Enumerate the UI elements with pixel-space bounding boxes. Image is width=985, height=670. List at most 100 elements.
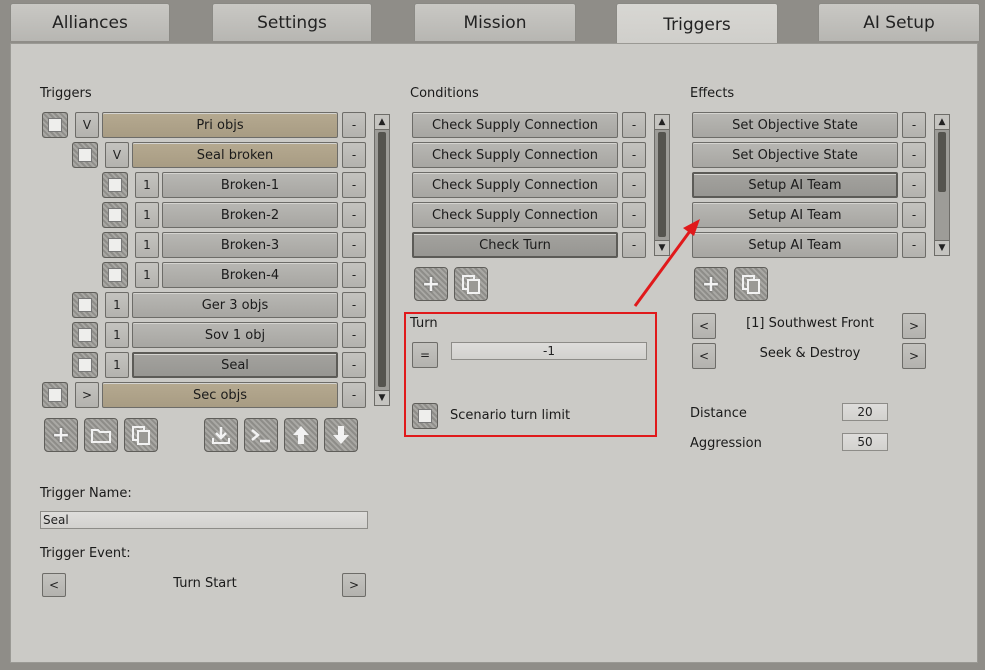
trigger-enable-checkbox[interactable] — [72, 322, 98, 348]
trigger-enable-checkbox[interactable] — [102, 172, 128, 198]
trigger-row[interactable]: Sec objs — [102, 382, 338, 408]
condition-row[interactable]: Check Supply Connection — [412, 112, 618, 138]
tab-label: AI Setup — [863, 12, 935, 33]
scroll-thumb[interactable] — [378, 132, 386, 387]
trigger-expand-toggle[interactable]: V — [75, 112, 99, 138]
folder-icon[interactable] — [84, 418, 118, 452]
trigger-remove-button[interactable]: - — [342, 172, 366, 198]
condition-remove-button[interactable]: - — [622, 232, 646, 258]
trigger-remove-button[interactable]: - — [342, 322, 366, 348]
distance-label: Distance — [690, 406, 747, 421]
trigger-event-value: Turn Start — [173, 576, 237, 591]
scroll-thumb[interactable] — [658, 132, 666, 237]
effect-remove-button[interactable]: - — [902, 202, 926, 228]
trigger-row[interactable]: Broken-3 — [162, 232, 338, 258]
effects-scrollbar[interactable]: ▲ ▼ — [934, 114, 950, 256]
trigger-count-badge: 1 — [135, 202, 159, 228]
trigger-expand-toggle[interactable]: V — [105, 142, 129, 168]
arrow-down-icon[interactable] — [324, 418, 358, 452]
trigger-expand-toggle[interactable]: > — [75, 382, 99, 408]
effect-row[interactable]: Set Objective State — [692, 142, 898, 168]
trigger-row[interactable]: Broken-1 — [162, 172, 338, 198]
trigger-row[interactable]: Pri objs — [102, 112, 338, 138]
trigger-row[interactable]: Broken-2 — [162, 202, 338, 228]
mode-prev-button[interactable]: < — [692, 343, 716, 369]
effect-row-selected[interactable]: Setup AI Team — [692, 172, 898, 198]
trigger-enable-checkbox[interactable] — [42, 382, 68, 408]
tab-triggers[interactable]: Triggers — [616, 3, 778, 45]
effect-remove-button[interactable]: - — [902, 112, 926, 138]
aggression-input[interactable]: 50 — [842, 433, 888, 451]
trigger-row[interactable]: Sov 1 obj — [132, 322, 338, 348]
plus-icon[interactable]: + — [414, 267, 448, 301]
team-next-button[interactable]: > — [902, 313, 926, 339]
trigger-count-badge: 1 — [135, 262, 159, 288]
tab-ai-setup[interactable]: AI Setup — [818, 3, 980, 41]
mode-selector-value: Seek & Destroy — [759, 346, 861, 361]
effect-remove-button[interactable]: - — [902, 142, 926, 168]
trigger-remove-button[interactable]: - — [342, 262, 366, 288]
trigger-enable-checkbox[interactable] — [72, 352, 98, 378]
trigger-enable-checkbox[interactable] — [42, 112, 68, 138]
effect-row[interactable]: Setup AI Team — [692, 232, 898, 258]
condition-row[interactable]: Check Supply Connection — [412, 202, 618, 228]
effect-remove-button[interactable]: - — [902, 172, 926, 198]
trigger-count-badge: 1 — [135, 232, 159, 258]
tab-mission[interactable]: Mission — [414, 3, 576, 41]
scroll-up-arrow-icon[interactable]: ▲ — [935, 115, 949, 130]
trigger-remove-button[interactable]: - — [342, 292, 366, 318]
triggers-scrollbar[interactable]: ▲ ▼ — [374, 114, 390, 406]
scroll-up-arrow-icon[interactable]: ▲ — [655, 115, 669, 130]
trigger-count-badge: 1 — [105, 352, 129, 378]
trigger-enable-checkbox[interactable] — [72, 142, 98, 168]
trigger-event-prev-button[interactable]: < — [42, 573, 66, 597]
copy-icon[interactable] — [454, 267, 488, 301]
trigger-remove-button[interactable]: - — [342, 382, 366, 408]
condition-remove-button[interactable]: - — [622, 172, 646, 198]
condition-remove-button[interactable]: - — [622, 202, 646, 228]
tab-label: Alliances — [52, 12, 128, 33]
tab-settings[interactable]: Settings — [212, 3, 372, 41]
trigger-remove-button[interactable]: - — [342, 232, 366, 258]
arrow-up-icon[interactable] — [284, 418, 318, 452]
mode-next-button[interactable]: > — [902, 343, 926, 369]
trigger-enable-checkbox[interactable] — [102, 232, 128, 258]
scroll-down-arrow-icon[interactable]: ▼ — [375, 390, 389, 405]
effect-row[interactable]: Set Objective State — [692, 112, 898, 138]
scroll-thumb[interactable] — [938, 132, 946, 192]
trigger-row-selected[interactable]: Seal — [132, 352, 338, 378]
trigger-enable-checkbox[interactable] — [102, 262, 128, 288]
plus-icon[interactable]: + — [44, 418, 78, 452]
copy-icon[interactable] — [124, 418, 158, 452]
trigger-remove-button[interactable]: - — [342, 352, 366, 378]
trigger-remove-button[interactable]: - — [342, 112, 366, 138]
plus-icon[interactable]: + — [694, 267, 728, 301]
trigger-enable-checkbox[interactable] — [72, 292, 98, 318]
trigger-remove-button[interactable]: - — [342, 142, 366, 168]
import-icon[interactable] — [204, 418, 238, 452]
console-icon[interactable] — [244, 418, 278, 452]
trigger-remove-button[interactable]: - — [342, 202, 366, 228]
trigger-row[interactable]: Seal broken — [132, 142, 338, 168]
condition-row-selected[interactable]: Check Turn — [412, 232, 618, 258]
trigger-count-badge: 1 — [135, 172, 159, 198]
trigger-row[interactable]: Ger 3 objs — [132, 292, 338, 318]
conditions-scrollbar[interactable]: ▲ ▼ — [654, 114, 670, 256]
trigger-enable-checkbox[interactable] — [102, 202, 128, 228]
effect-row[interactable]: Setup AI Team — [692, 202, 898, 228]
team-prev-button[interactable]: < — [692, 313, 716, 339]
trigger-name-input[interactable]: Seal — [40, 511, 368, 529]
effect-remove-button[interactable]: - — [902, 232, 926, 258]
trigger-row[interactable]: Broken-4 — [162, 262, 338, 288]
copy-icon[interactable] — [734, 267, 768, 301]
tab-alliances[interactable]: Alliances — [10, 3, 170, 41]
scroll-down-arrow-icon[interactable]: ▼ — [935, 240, 949, 255]
condition-row[interactable]: Check Supply Connection — [412, 142, 618, 168]
condition-remove-button[interactable]: - — [622, 142, 646, 168]
scroll-down-arrow-icon[interactable]: ▼ — [655, 240, 669, 255]
trigger-event-next-button[interactable]: > — [342, 573, 366, 597]
condition-remove-button[interactable]: - — [622, 112, 646, 138]
condition-row[interactable]: Check Supply Connection — [412, 172, 618, 198]
distance-input[interactable]: 20 — [842, 403, 888, 421]
scroll-up-arrow-icon[interactable]: ▲ — [375, 115, 389, 130]
